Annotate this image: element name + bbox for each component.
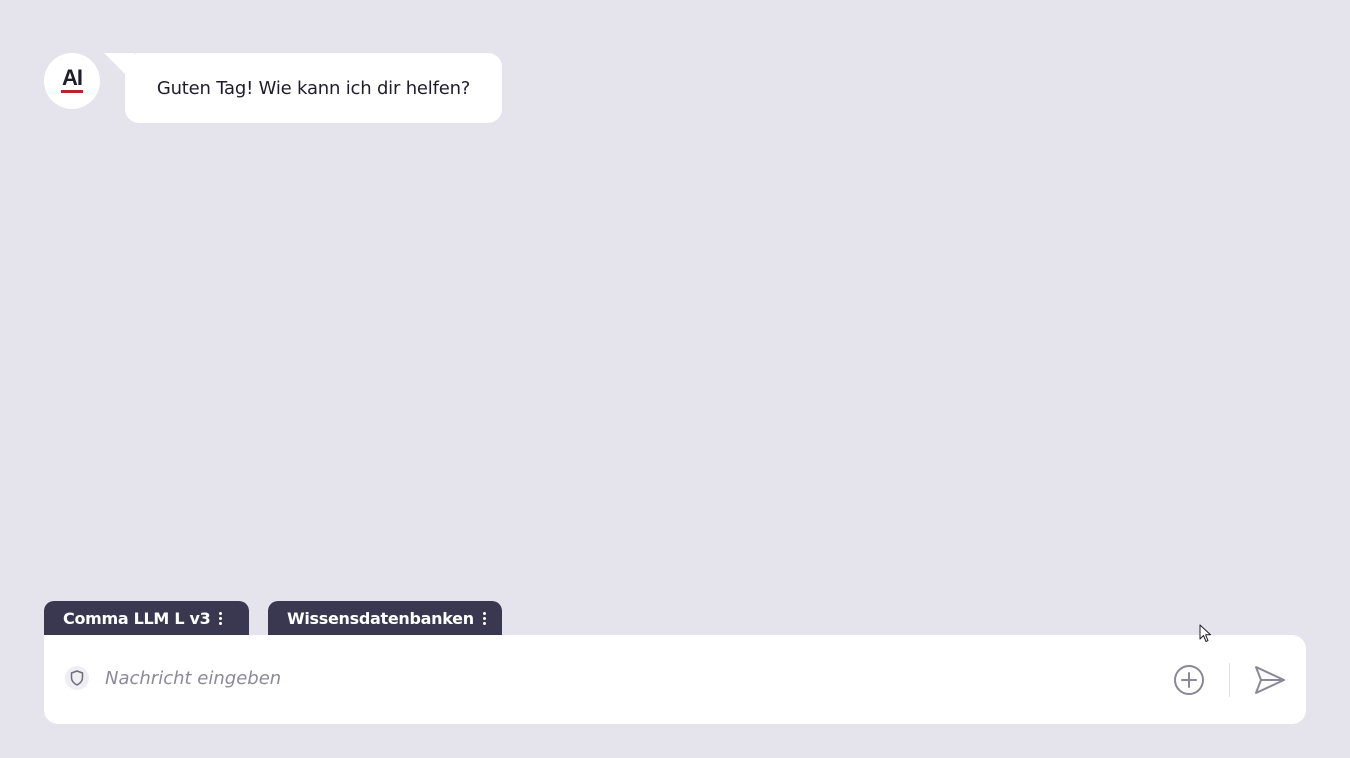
model-selector-tab[interactable]: Comma LLM L v3 <box>44 601 249 635</box>
add-attachment-button[interactable] <box>1170 661 1208 699</box>
send-icon <box>1255 666 1285 694</box>
assistant-message-text: Guten Tag! Wie kann ich dir helfen? <box>156 77 471 99</box>
kebab-vertical-icon <box>219 611 223 625</box>
assistant-avatar: AI <box>44 53 100 109</box>
avatar-logo-text: AI <box>62 64 83 90</box>
toolbar-divider <box>1229 663 1230 697</box>
chat-page: AI Guten Tag! Wie kann ich dir helfen? C… <box>0 0 1350 758</box>
shield-icon[interactable] <box>65 666 89 690</box>
assistant-message-bubble: Guten Tag! Wie kann ich dir helfen? <box>125 53 502 123</box>
send-button[interactable] <box>1250 661 1290 699</box>
plus-circle-icon <box>1174 665 1204 695</box>
model-selector-label: Comma LLM L v3 <box>63 608 211 628</box>
knowledge-base-label: Wissensdatenbanken <box>287 608 474 628</box>
message-input[interactable] <box>100 660 1150 696</box>
mouse-pointer-icon <box>1199 624 1211 642</box>
kebab-vertical-icon <box>482 611 487 625</box>
knowledge-base-tab[interactable]: Wissensdatenbanken <box>268 601 502 635</box>
avatar-logo-underline <box>61 89 83 93</box>
